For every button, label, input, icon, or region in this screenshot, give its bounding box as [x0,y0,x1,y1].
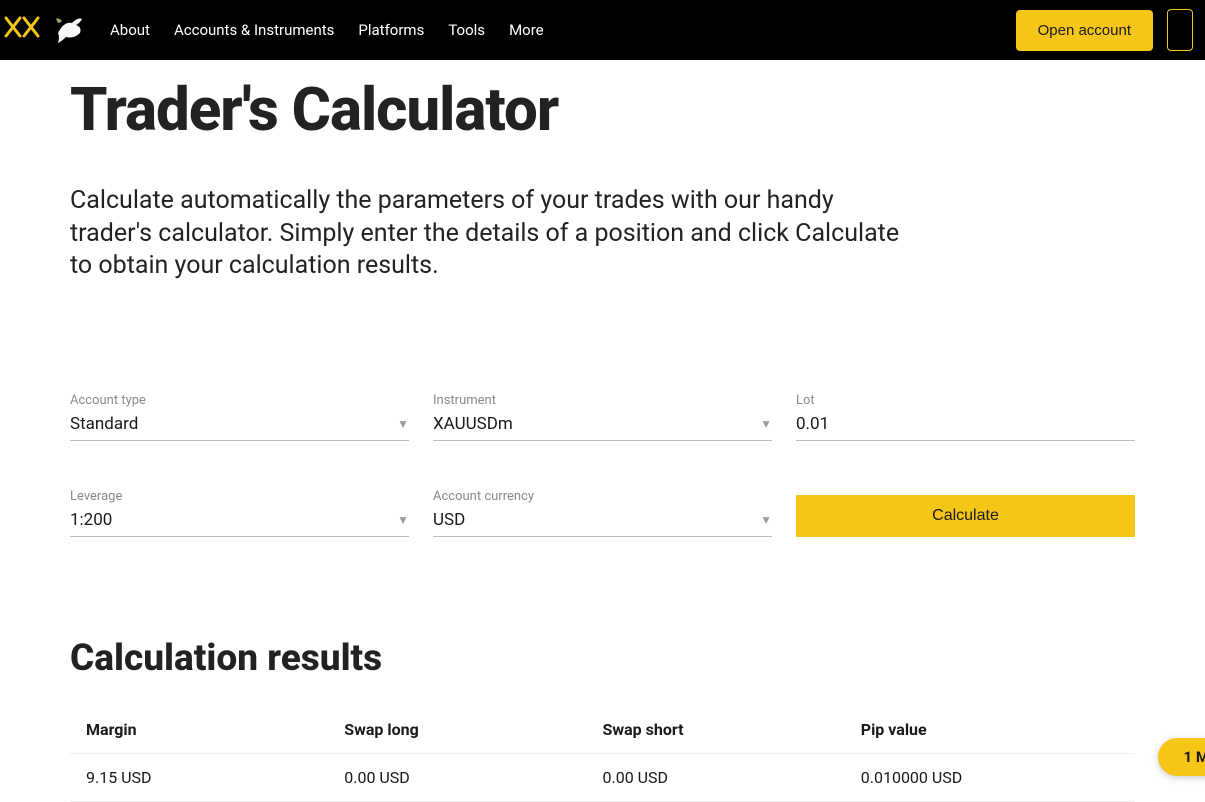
leverage-label: Leverage [70,489,409,504]
account-type-value: Standard [70,414,138,434]
calculate-button[interactable]: Calculate [796,495,1135,537]
chevron-down-icon: ▼ [397,513,409,527]
calculator-form: Account type Standard ▼ Instrument XAUUS… [70,393,1135,537]
results-table: Margin Swap long Swap short Pip value 9.… [70,706,1135,802]
val-swap-short: 0.00 USD [603,768,861,787]
leverage-field[interactable]: Leverage 1:200 ▼ [70,489,409,537]
header-secondary-button[interactable] [1167,9,1193,51]
nav-accounts-instruments[interactable]: Accounts & Instruments [174,21,334,39]
nav-more[interactable]: More [509,21,544,39]
col-swap-short: Swap short [603,720,861,739]
instrument-label: Instrument [433,393,772,408]
col-margin: Margin [86,720,344,739]
top-nav-header: About Accounts & Instruments Platforms T… [0,0,1205,60]
account-currency-field[interactable]: Account currency USD ▼ [433,489,772,537]
account-type-field[interactable]: Account type Standard ▼ [70,393,409,441]
main-nav: About Accounts & Instruments Platforms T… [110,21,544,39]
nav-about[interactable]: About [110,21,150,39]
lot-label: Lot [796,393,1135,408]
results-data-row: 9.15 USD 0.00 USD 0.00 USD 0.010000 USD [70,754,1135,802]
chevron-down-icon: ▼ [760,417,772,431]
open-account-button[interactable]: Open account [1016,10,1153,51]
results-title: Calculation results [70,637,1135,680]
floating-promo-pill[interactable]: 1 M [1158,738,1205,776]
nav-platforms[interactable]: Platforms [358,21,424,39]
nav-tools[interactable]: Tools [448,21,485,39]
chevron-down-icon: ▼ [760,513,772,527]
leverage-value: 1:200 [70,510,112,530]
brand-logo[interactable] [4,16,40,44]
val-margin: 9.15 USD [86,768,344,787]
col-swap-long: Swap long [344,720,602,739]
val-pip-value: 0.010000 USD [861,768,1119,787]
dove-icon [52,13,86,47]
val-swap-long: 0.00 USD [344,768,602,787]
instrument-field[interactable]: Instrument XAUUSDm ▼ [433,393,772,441]
chevron-down-icon: ▼ [397,417,409,431]
lot-input[interactable] [796,414,1135,434]
account-currency-value: USD [433,510,465,530]
account-type-label: Account type [70,393,409,408]
page-title: Trader's Calculator [70,74,1135,145]
col-pip-value: Pip value [861,720,1119,739]
logo-group [4,13,86,47]
lot-field[interactable]: Lot [796,393,1135,441]
instrument-value: XAUUSDm [433,414,513,434]
account-currency-label: Account currency [433,489,772,504]
results-header-row: Margin Swap long Swap short Pip value [70,706,1135,754]
main-content: Trader's Calculator Calculate automatica… [0,74,1205,802]
intro-text: Calculate automatically the parameters o… [70,185,900,283]
